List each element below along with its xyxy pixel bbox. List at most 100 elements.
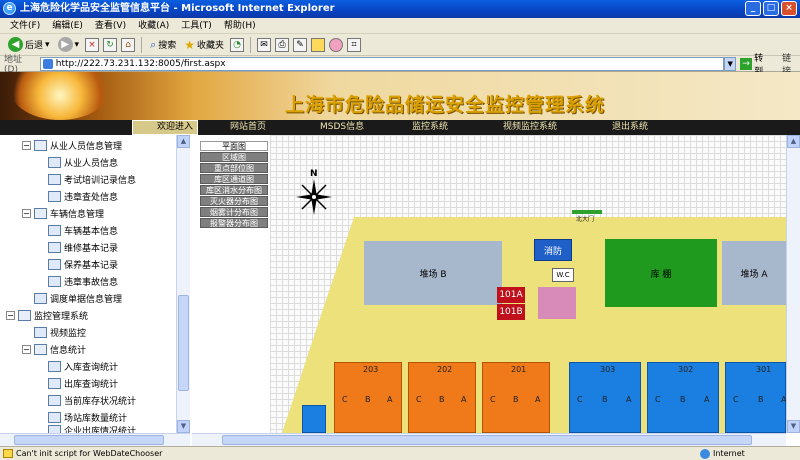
page-icon (48, 259, 61, 270)
sidebar-hscrollbar[interactable] (0, 433, 190, 446)
tree-leaf[interactable]: 出库查询统计 (48, 377, 118, 390)
status-text: Can't init script for WebDateChooser (16, 449, 163, 458)
room-101b[interactable]: 101B (497, 304, 525, 320)
tree-leaf[interactable]: 维修基本记录 (48, 241, 118, 254)
collapse-icon[interactable]: − (22, 209, 31, 218)
tree-leaf[interactable]: 从业人员信息 (48, 156, 118, 169)
messenger-icon[interactable] (329, 37, 344, 52)
small-blue-block[interactable] (302, 405, 326, 433)
warehouse-203[interactable]: 203 C B A (334, 362, 402, 433)
scroll-down-icon[interactable]: ▼ (177, 420, 190, 433)
menu-file[interactable]: 文件(F) (4, 18, 46, 33)
menu-view[interactable]: 查看(V) (89, 18, 132, 33)
nav-monitor[interactable]: 监控系统 (412, 120, 448, 135)
scroll-up-icon[interactable]: ▲ (177, 135, 190, 148)
warehouse-shed[interactable]: 库 棚 (605, 239, 717, 307)
nav-msds[interactable]: MSDS信息 (320, 120, 364, 135)
tree-leaf[interactable]: 调度单据信息管理 (34, 292, 122, 305)
menu-help[interactable]: 帮助(H) (218, 18, 262, 33)
tree-leaf[interactable]: 违章查处信息 (48, 190, 118, 203)
scroll-thumb[interactable] (14, 435, 164, 445)
menu-favorites[interactable]: 收藏(A) (132, 18, 175, 33)
pink-zone[interactable] (538, 287, 576, 319)
layer-item[interactable]: 报警器分布图 (200, 218, 268, 228)
warehouse-302[interactable]: 302 C B A (647, 362, 719, 433)
print-icon[interactable]: ⎙ (275, 37, 290, 52)
layer-item[interactable]: 库区通道图 (200, 174, 268, 184)
layer-item[interactable]: 平面图 (200, 141, 268, 151)
tree-leaf[interactable]: 违章事故信息 (48, 275, 118, 288)
scroll-up-icon[interactable]: ▲ (787, 135, 800, 148)
warehouse-303[interactable]: 303 C B A (569, 362, 641, 433)
tree-label: 车辆基本信息 (64, 227, 119, 237)
yard-a[interactable]: 堆场 A (722, 241, 786, 305)
close-button[interactable]: × (781, 1, 797, 16)
yard-b[interactable]: 堆场 B (364, 241, 502, 305)
tree-label: 出库查询统计 (64, 380, 119, 390)
bay-label: C (577, 395, 583, 404)
search-label: 搜索 (158, 41, 177, 51)
layer-item[interactable]: 烟雾计分布图 (200, 207, 268, 217)
toolbar-separator (250, 36, 252, 53)
room-101a[interactable]: 101A (497, 287, 525, 303)
research-icon[interactable]: ⌗ (347, 37, 362, 52)
tree-leaf[interactable]: 考试培训记录信息 (48, 173, 136, 186)
tree-leaf[interactable]: 入库查询统计 (48, 360, 118, 373)
warehouse-202[interactable]: 202 C B A (408, 362, 476, 433)
tree-node[interactable]: − 从业人员信息管理 (22, 139, 122, 152)
tree-node[interactable]: − 信息统计 (22, 343, 86, 356)
address-input[interactable]: http://222.73.231.132:8005/first.aspx (39, 56, 725, 71)
menu-tools[interactable]: 工具(T) (175, 18, 218, 33)
home-icon[interactable]: ⌂ (121, 37, 136, 52)
minimize-button[interactable]: _ (745, 1, 761, 16)
folder-icon[interactable] (311, 37, 326, 52)
forward-button[interactable]: ▶ ▾ (56, 36, 82, 54)
menu-edit[interactable]: 编辑(E) (46, 18, 89, 33)
wc[interactable]: W.C (552, 268, 574, 282)
layer-item[interactable]: 区域图 (200, 152, 268, 162)
tree-node[interactable]: − 车辆信息管理 (22, 207, 104, 220)
collapse-icon[interactable]: − (22, 345, 31, 354)
back-button[interactable]: ◀ 后退 ▾ (6, 36, 52, 54)
address-dropdown-icon[interactable]: ▼ (724, 56, 737, 71)
collapse-icon[interactable]: − (22, 141, 31, 150)
warehouse-201[interactable]: 201 C B A (482, 362, 550, 433)
tree-node[interactable]: − 监控管理系统 (6, 309, 88, 322)
tree-leaf[interactable]: 当前库存状况统计 (48, 394, 136, 407)
layer-item[interactable]: 灭火器分布图 (200, 196, 268, 206)
scroll-down-icon[interactable]: ▼ (787, 420, 800, 433)
tree-leaf[interactable]: 保养基本记录 (48, 258, 118, 271)
warehouse-number: 201 (511, 365, 527, 374)
refresh-icon[interactable]: ↻ (103, 37, 118, 52)
window-title: 上海危险化学品安全监管信息平台 - Microsoft Internet Exp… (20, 3, 335, 14)
bay-label: B (602, 395, 608, 404)
map-vscrollbar[interactable]: ▲ ▼ (786, 135, 800, 433)
edit-icon[interactable]: ✎ (293, 37, 308, 52)
scroll-thumb[interactable] (178, 295, 189, 391)
collapse-icon[interactable]: − (6, 311, 15, 320)
layer-item[interactable]: 重点部位图 (200, 163, 268, 173)
layer-item[interactable]: 库区消水分布图 (200, 185, 268, 195)
fire-station[interactable]: 消防 (534, 239, 572, 261)
history-icon[interactable]: ◔ (230, 37, 245, 52)
scroll-thumb[interactable] (222, 435, 752, 445)
map-hscrollbar[interactable] (192, 433, 786, 446)
mail-icon[interactable]: ✉ (257, 37, 272, 52)
nav-logout[interactable]: 退出系统 (612, 120, 648, 135)
layer-menu: 平面图 区域图 重点部位图 库区通道图 库区消水分布图 灭火器分布图 烟雾计分布… (200, 141, 268, 229)
back-label: 后退 (25, 41, 44, 51)
tree-leaf[interactable]: 场站库数量统计 (48, 411, 127, 424)
tree-leaf[interactable]: 车辆基本信息 (48, 224, 118, 237)
sidebar-vscrollbar[interactable]: ▲ ▼ (176, 135, 190, 433)
tree-leaf[interactable]: 视频监控 (34, 326, 86, 339)
tree-label: 调度单据信息管理 (50, 295, 123, 305)
search-button[interactable]: ⌕ 搜索 (148, 36, 178, 54)
favorites-button[interactable]: ★ 收藏夹 (182, 36, 226, 54)
stop-icon[interactable]: × (85, 37, 100, 52)
tree-label: 保养基本记录 (64, 261, 119, 271)
maximize-button[interactable]: □ (763, 1, 779, 16)
nav-video[interactable]: 视频监控系统 (503, 120, 557, 135)
nav-home[interactable]: 网站首页 (230, 120, 266, 135)
map-frame: 平面图 区域图 重点部位图 库区通道图 库区消水分布图 灭火器分布图 烟雾计分布… (192, 135, 786, 433)
warehouse-301[interactable]: 301 C B A (725, 362, 786, 433)
